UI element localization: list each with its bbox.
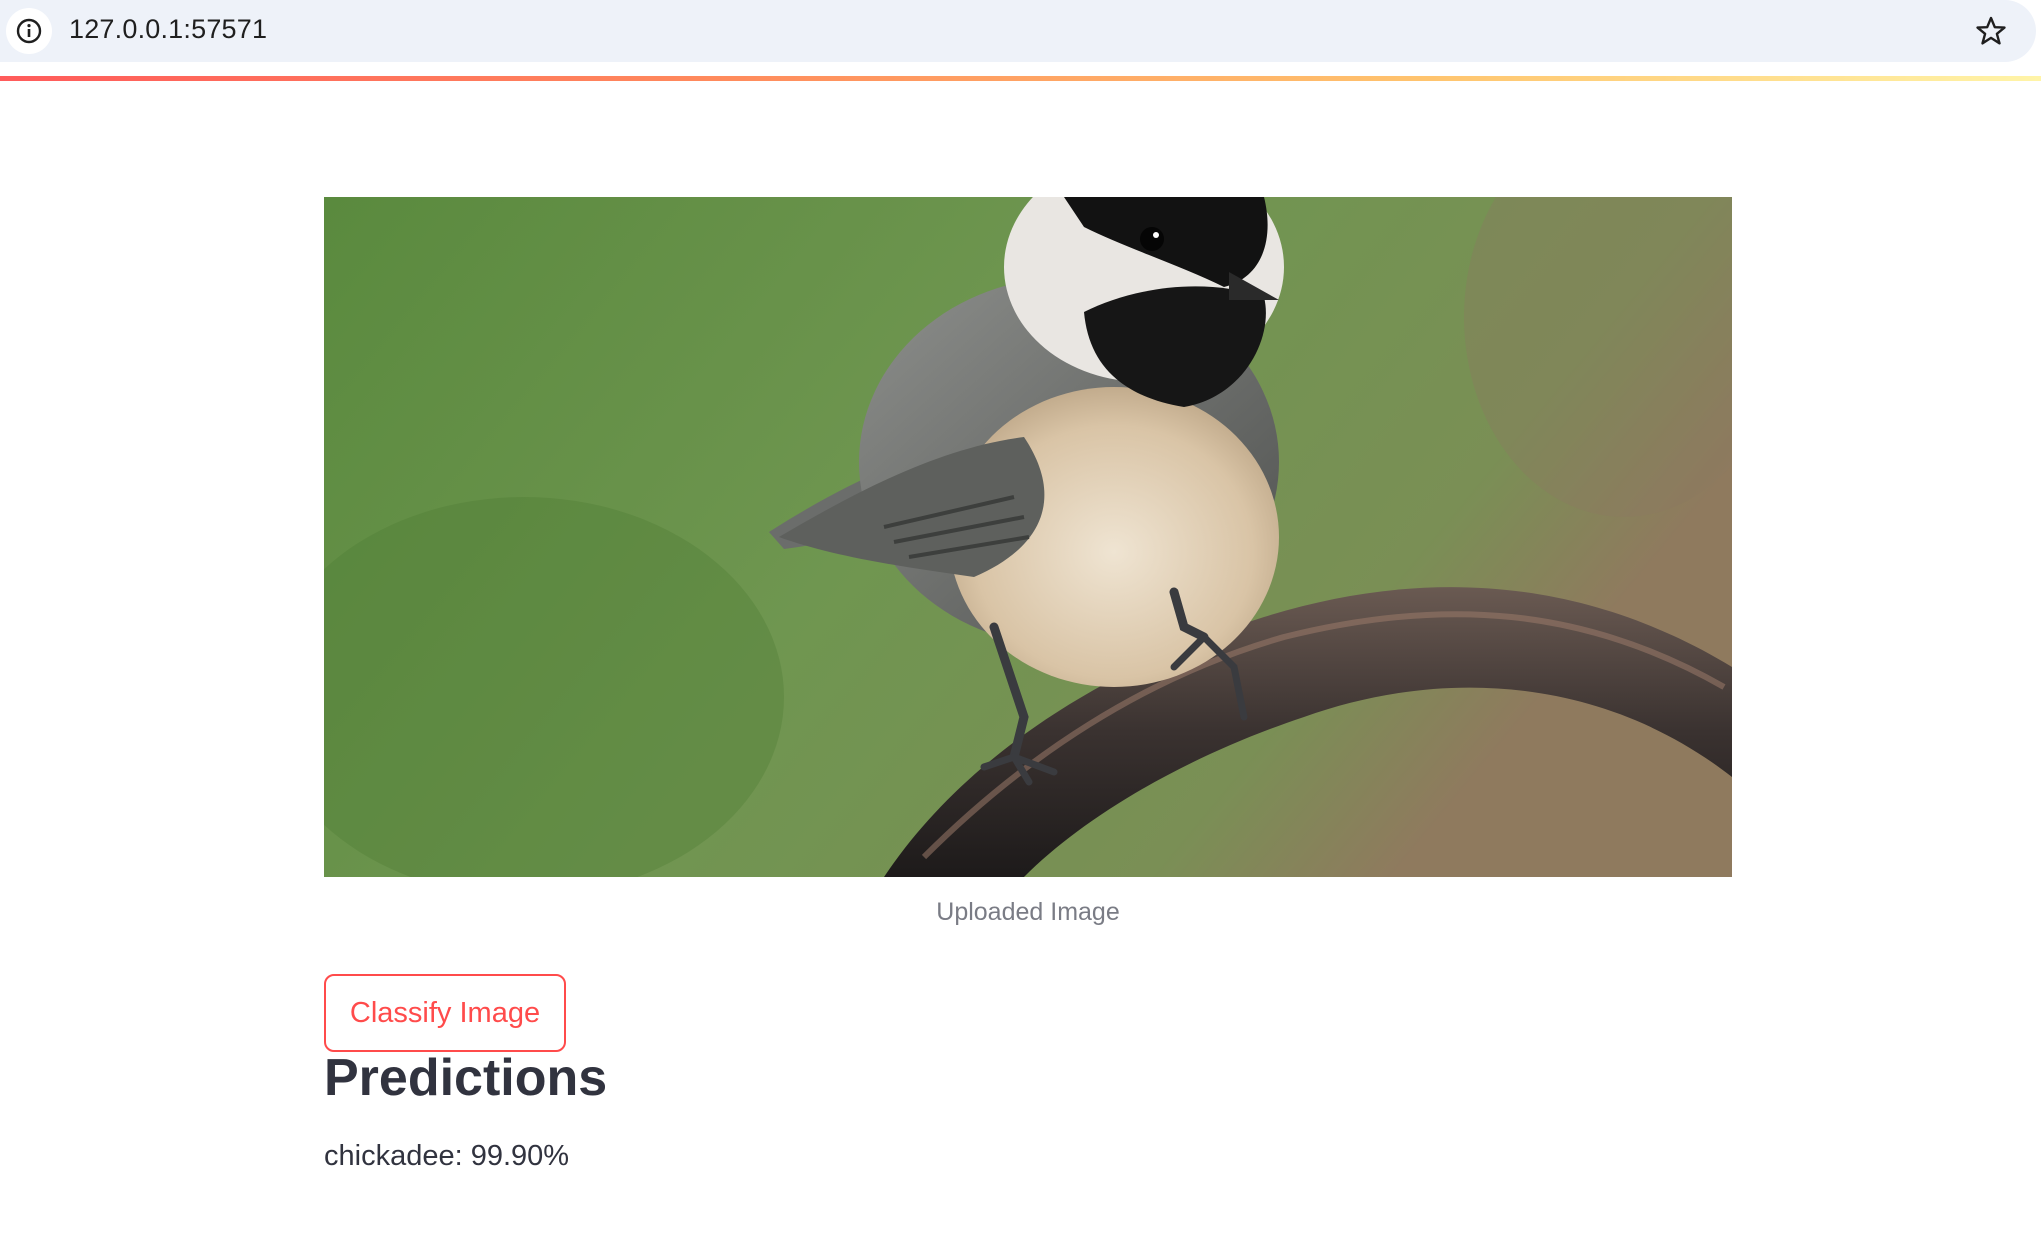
browser-toolbar: 127.0.0.1:57571: [0, 0, 2041, 76]
image-caption: Uploaded Image: [936, 898, 1120, 926]
site-info-button[interactable]: [6, 8, 52, 54]
classify-image-button[interactable]: Classify Image: [324, 974, 566, 1052]
bookmark-button[interactable]: [1970, 10, 2012, 52]
prediction-result: chickadee: 99.90%: [324, 1140, 570, 1172]
star-icon: [1976, 16, 2006, 45]
info-icon: [16, 18, 42, 44]
address-bar[interactable]: 127.0.0.1:57571: [0, 0, 2036, 62]
uploaded-image: [324, 197, 1732, 877]
app-header-decoration: [0, 76, 2041, 81]
url-text[interactable]: 127.0.0.1:57571: [69, 14, 267, 45]
predictions-heading: Predictions: [324, 1049, 608, 1107]
